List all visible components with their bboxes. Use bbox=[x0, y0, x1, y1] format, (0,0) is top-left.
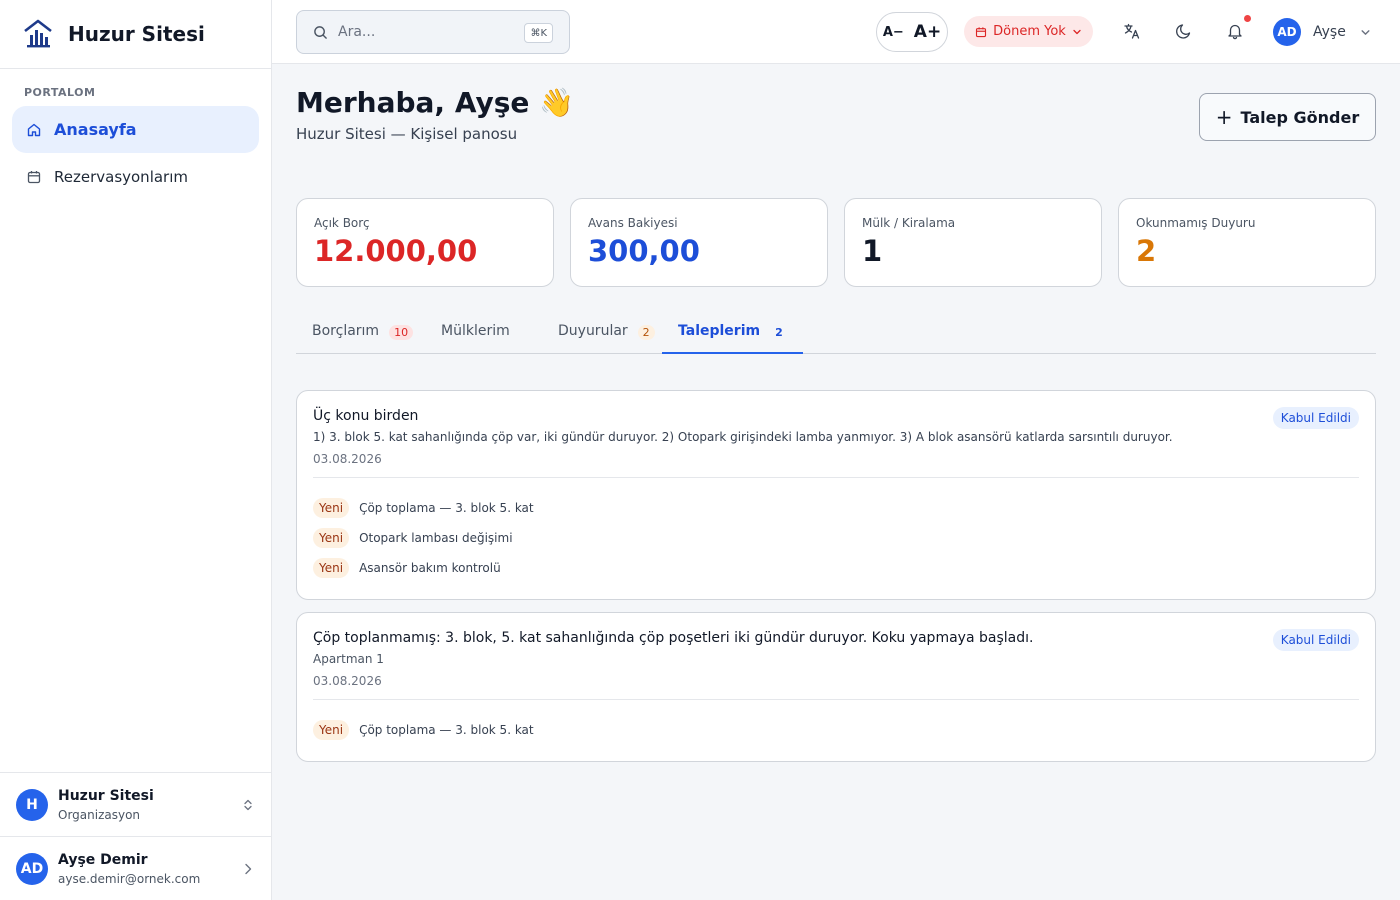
nav-section-label: PORTALOM bbox=[24, 86, 96, 99]
header-user-avatar: AD bbox=[1273, 18, 1301, 46]
font-size-control: A− A+ bbox=[876, 12, 948, 52]
stats-row: Açık Borç 12.000,00 Avans Bakiyesi 300,0… bbox=[296, 198, 1376, 287]
user-menu[interactable]: AD Ayşe bbox=[1273, 16, 1371, 48]
header-user-name: Ayşe bbox=[1313, 24, 1346, 40]
tab-label: Borçlarım bbox=[312, 323, 380, 339]
tab-duyurular[interactable]: Duyurular 2 bbox=[543, 314, 662, 354]
stat-label: Avans Bakiyesi bbox=[588, 216, 678, 230]
home-icon bbox=[26, 122, 42, 138]
request-item-list: Yeni Çöp toplama — 3. blok 5. kat bbox=[297, 700, 1375, 757]
send-request-button[interactable]: + Talep Gönder bbox=[1199, 93, 1376, 141]
sidebar-footer: H Huzur Sitesi Organizasyon AD Ayşe Demi… bbox=[0, 772, 271, 900]
sidebar-item-label: Rezervasyonlarım bbox=[54, 167, 188, 186]
request-date: 03.08.2026 bbox=[313, 674, 382, 688]
item-text: Çöp toplama — 3. blok 5. kat bbox=[359, 723, 534, 737]
tab-taleplerim[interactable]: Taleplerim 2 bbox=[662, 314, 803, 354]
tab-badge: 2 bbox=[775, 326, 783, 339]
status-badge: Kabul Edildi bbox=[1272, 407, 1359, 429]
org-type: Organizasyon bbox=[58, 807, 141, 822]
request-date: 03.08.2026 bbox=[313, 452, 382, 466]
sidebar-item-anasayfa[interactable]: Anasayfa bbox=[12, 106, 259, 153]
item-status-badge: Yeni bbox=[313, 558, 350, 578]
page-subtitle: Huzur Sitesi — Kişisel panosu bbox=[296, 125, 518, 143]
chevron-up-down-icon bbox=[244, 799, 252, 810]
stat-card-open-debt: Açık Borç 12.000,00 bbox=[296, 198, 554, 287]
chevron-right-icon bbox=[245, 863, 252, 874]
stat-card-unread-announcements: Okunmamış Duyuru 2 bbox=[1118, 198, 1376, 287]
org-switcher[interactable]: H Huzur Sitesi Organizasyon bbox=[0, 772, 271, 836]
list-item: Yeni Çöp toplama — 3. blok 5. kat bbox=[313, 715, 1359, 745]
stat-value: 300,00 bbox=[588, 234, 700, 268]
stat-value: 1 bbox=[862, 234, 883, 268]
dark-mode-moon-icon[interactable] bbox=[1175, 22, 1193, 40]
notification-dot bbox=[1244, 15, 1251, 22]
calendar-icon bbox=[26, 169, 42, 185]
list-item: Yeni Asansör bakım kontrolü bbox=[313, 553, 1359, 583]
item-text: Asansör bakım kontrolü bbox=[359, 561, 501, 575]
search-box[interactable]: ⌘K bbox=[296, 10, 570, 54]
list-item: Yeni Otopark lambası değişimi bbox=[313, 523, 1359, 553]
stat-label: Okunmamış Duyuru bbox=[1136, 216, 1256, 230]
user-full-name: Ayşe Demir bbox=[58, 851, 148, 868]
brand[interactable]: Huzur Sitesi bbox=[0, 0, 271, 69]
item-status-badge: Yeni bbox=[313, 498, 350, 518]
sidebar: Huzur Sitesi PORTALOM Anasayfa Rezervasy… bbox=[0, 0, 272, 900]
bell-icon[interactable] bbox=[1226, 22, 1244, 40]
list-item: Yeni Çöp toplama — 3. blok 5. kat bbox=[313, 493, 1359, 523]
send-request-label: Talep Gönder bbox=[1240, 107, 1360, 127]
language-icon[interactable] bbox=[1123, 22, 1141, 40]
tab-mulklerim[interactable]: Mülklerim bbox=[425, 314, 543, 354]
tab-label: Taleplerim bbox=[678, 323, 761, 339]
stat-value: 12.000,00 bbox=[314, 234, 478, 268]
stat-label: Açık Borç bbox=[314, 216, 370, 230]
tab-badge: 2 bbox=[637, 325, 655, 340]
chevron-down-icon bbox=[1361, 29, 1370, 35]
page-title: Merhaba, Ayşe 👋 bbox=[296, 86, 575, 119]
request-item-list: Yeni Çöp toplama — 3. blok 5. kat Yeni O… bbox=[297, 478, 1375, 595]
brand-name: Huzur Sitesi bbox=[68, 22, 205, 46]
org-name: Huzur Sitesi bbox=[58, 787, 154, 804]
chevron-down-icon bbox=[1073, 29, 1081, 34]
request-card[interactable]: Çöp toplanmamış: 3. blok, 5. kat sahanlı… bbox=[296, 612, 1376, 762]
stat-card-advance-balance: Avans Bakiyesi 300,00 bbox=[570, 198, 828, 287]
search-input[interactable] bbox=[338, 24, 508, 40]
period-selector[interactable]: Dönem Yok bbox=[964, 16, 1093, 47]
calendar-icon bbox=[976, 26, 987, 37]
user-avatar: AD bbox=[16, 852, 48, 885]
tab-badge: 10 bbox=[389, 325, 414, 340]
stat-card-property: Mülk / Kiralama 1 bbox=[844, 198, 1102, 287]
search-shortcut-badge: ⌘K bbox=[524, 23, 553, 43]
font-increase-button[interactable]: A+ bbox=[914, 22, 941, 42]
stat-label: Mülk / Kiralama bbox=[862, 216, 956, 230]
building-logo-icon bbox=[24, 19, 52, 48]
request-location: Apartman 1 bbox=[313, 652, 384, 666]
tab-label: Duyurular bbox=[558, 323, 628, 339]
sidebar-item-label: Anasayfa bbox=[54, 120, 137, 139]
sidebar-item-rezervasyonlarim[interactable]: Rezervasyonlarım bbox=[12, 153, 259, 200]
item-status-badge: Yeni bbox=[313, 528, 350, 548]
request-title: Çöp toplanmamış: 3. blok, 5. kat sahanlı… bbox=[313, 630, 1034, 646]
user-profile-card[interactable]: AD Ayşe Demir ayse.demir@ornek.com bbox=[0, 836, 271, 900]
status-badge: Kabul Edildi bbox=[1272, 629, 1359, 651]
period-label: Dönem Yok bbox=[993, 24, 1066, 39]
tab-bar: Borçlarım 10 Mülklerim Duyurular 2 Talep… bbox=[296, 314, 1376, 354]
request-description: 1) 3. blok 5. kat sahanlığında çöp var, … bbox=[313, 430, 1173, 444]
search-icon bbox=[314, 25, 327, 39]
plus-icon: + bbox=[1215, 105, 1233, 129]
item-status-badge: Yeni bbox=[313, 720, 350, 740]
item-text: Çöp toplama — 3. blok 5. kat bbox=[359, 501, 534, 515]
tab-label: Mülklerim bbox=[441, 323, 510, 339]
request-title: Üç konu birden bbox=[313, 408, 419, 424]
item-text: Otopark lambası değişimi bbox=[359, 531, 513, 545]
top-header: ⌘K A− A+ Dönem Yok AD Ayşe bbox=[272, 0, 1400, 64]
user-email: ayse.demir@ornek.com bbox=[58, 871, 201, 886]
sidebar-nav: Anasayfa Rezervasyonlarım bbox=[0, 99, 271, 200]
tab-borclarim[interactable]: Borçlarım 10 bbox=[296, 314, 425, 354]
request-card[interactable]: Üç konu birden 1) 3. blok 5. kat sahanlı… bbox=[296, 390, 1376, 600]
stat-value: 2 bbox=[1136, 234, 1157, 268]
font-decrease-button[interactable]: A− bbox=[883, 25, 904, 40]
org-avatar: H bbox=[16, 788, 48, 821]
